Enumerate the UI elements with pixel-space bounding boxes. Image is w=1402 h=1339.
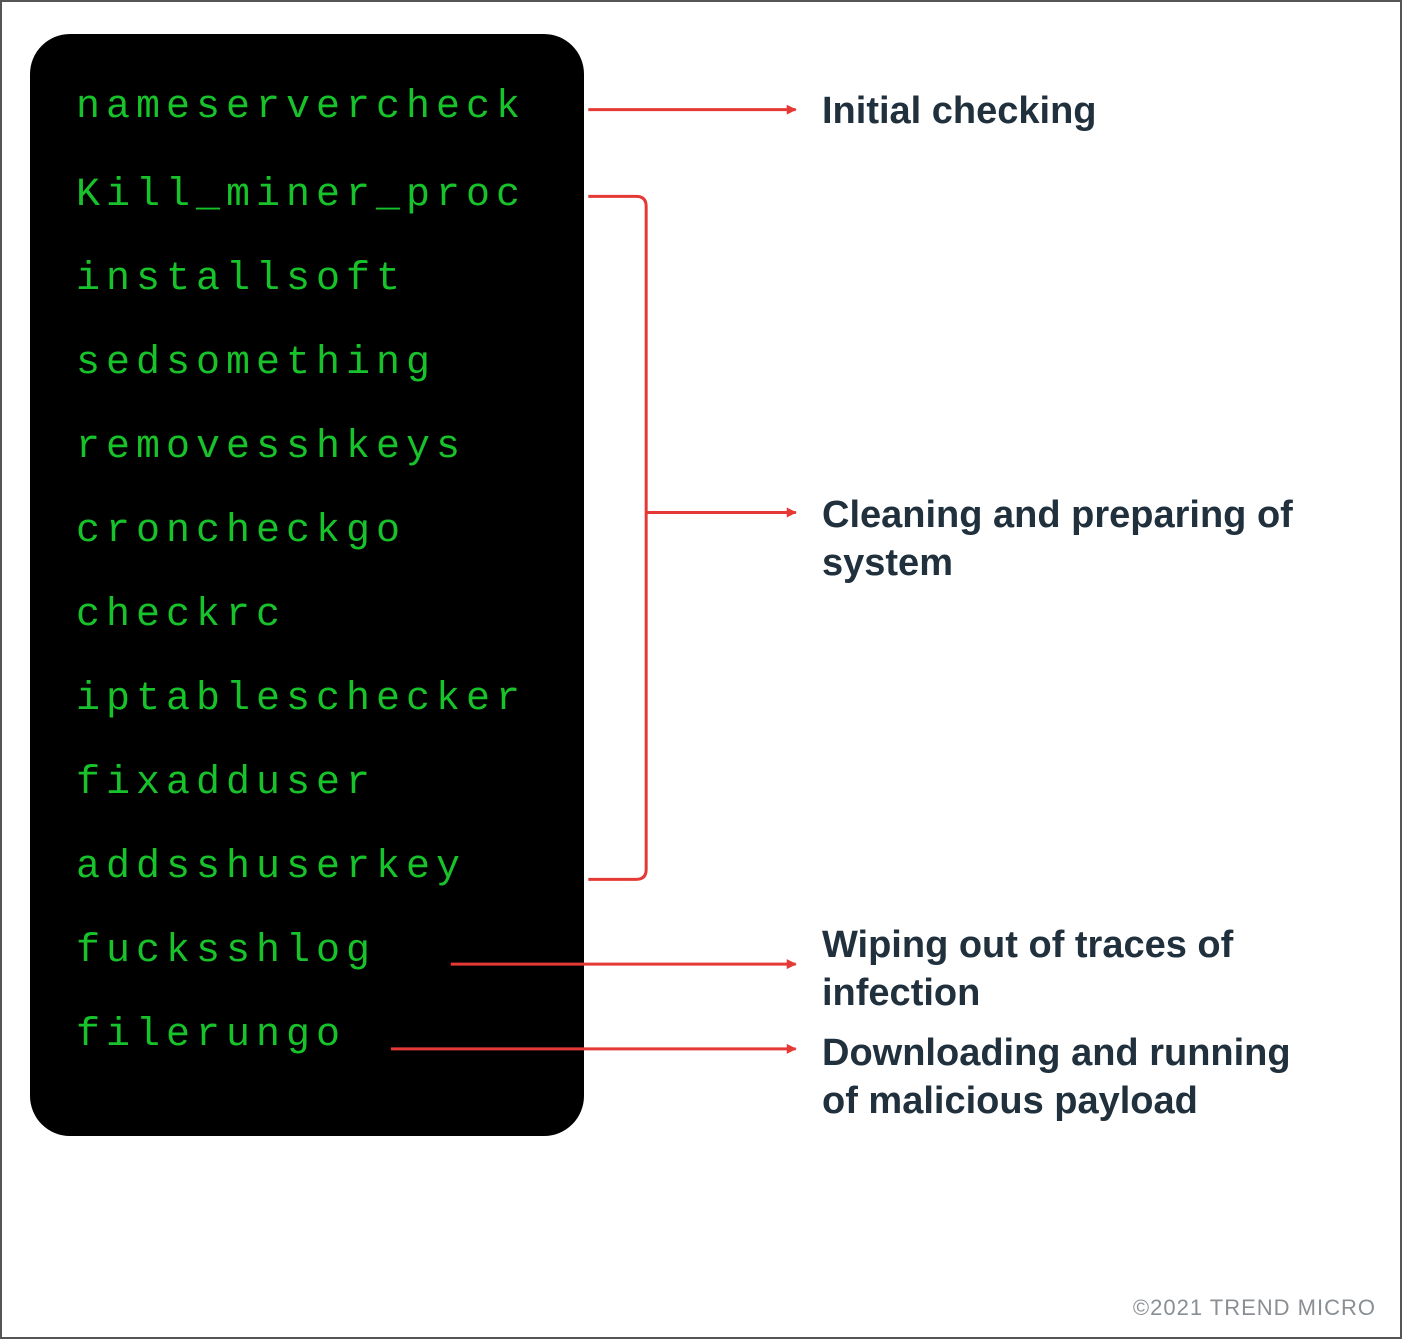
- terminal-panel: nameservercheck Kill_miner_proc installs…: [30, 34, 584, 1136]
- fn-sedsomething: sedsomething: [76, 344, 554, 384]
- label-wiping: Wiping out of traces of infection: [822, 922, 1322, 1017]
- bracket-cleaning: [588, 196, 795, 879]
- fn-removesshkeys: removesshkeys: [76, 428, 554, 468]
- fn-installsoft: installsoft: [76, 260, 554, 300]
- fn-checkrc: checkrc: [76, 596, 554, 636]
- fn-filerungo: filerungo: [76, 1016, 554, 1056]
- fn-fucksshlog: fucksshlog: [76, 932, 554, 972]
- label-downloading: Downloading and running of malicious pay…: [822, 1030, 1322, 1125]
- fn-fixadduser: fixadduser: [76, 764, 554, 804]
- copyright-text: ©2021 TREND MICRO: [1133, 1295, 1376, 1321]
- label-initial: Initial checking: [822, 88, 1097, 136]
- fn-iptableschecker: iptableschecker: [76, 680, 554, 720]
- diagram-frame: nameservercheck Kill_miner_proc installs…: [0, 0, 1402, 1339]
- label-cleaning: Cleaning and preparing of system: [822, 492, 1322, 587]
- fn-nameservercheck: nameservercheck: [76, 88, 554, 128]
- fn-addsshuserkey: addsshuserkey: [76, 848, 554, 888]
- fn-kill-miner-proc: Kill_miner_proc: [76, 176, 554, 216]
- fn-croncheckgo: croncheckgo: [76, 512, 554, 552]
